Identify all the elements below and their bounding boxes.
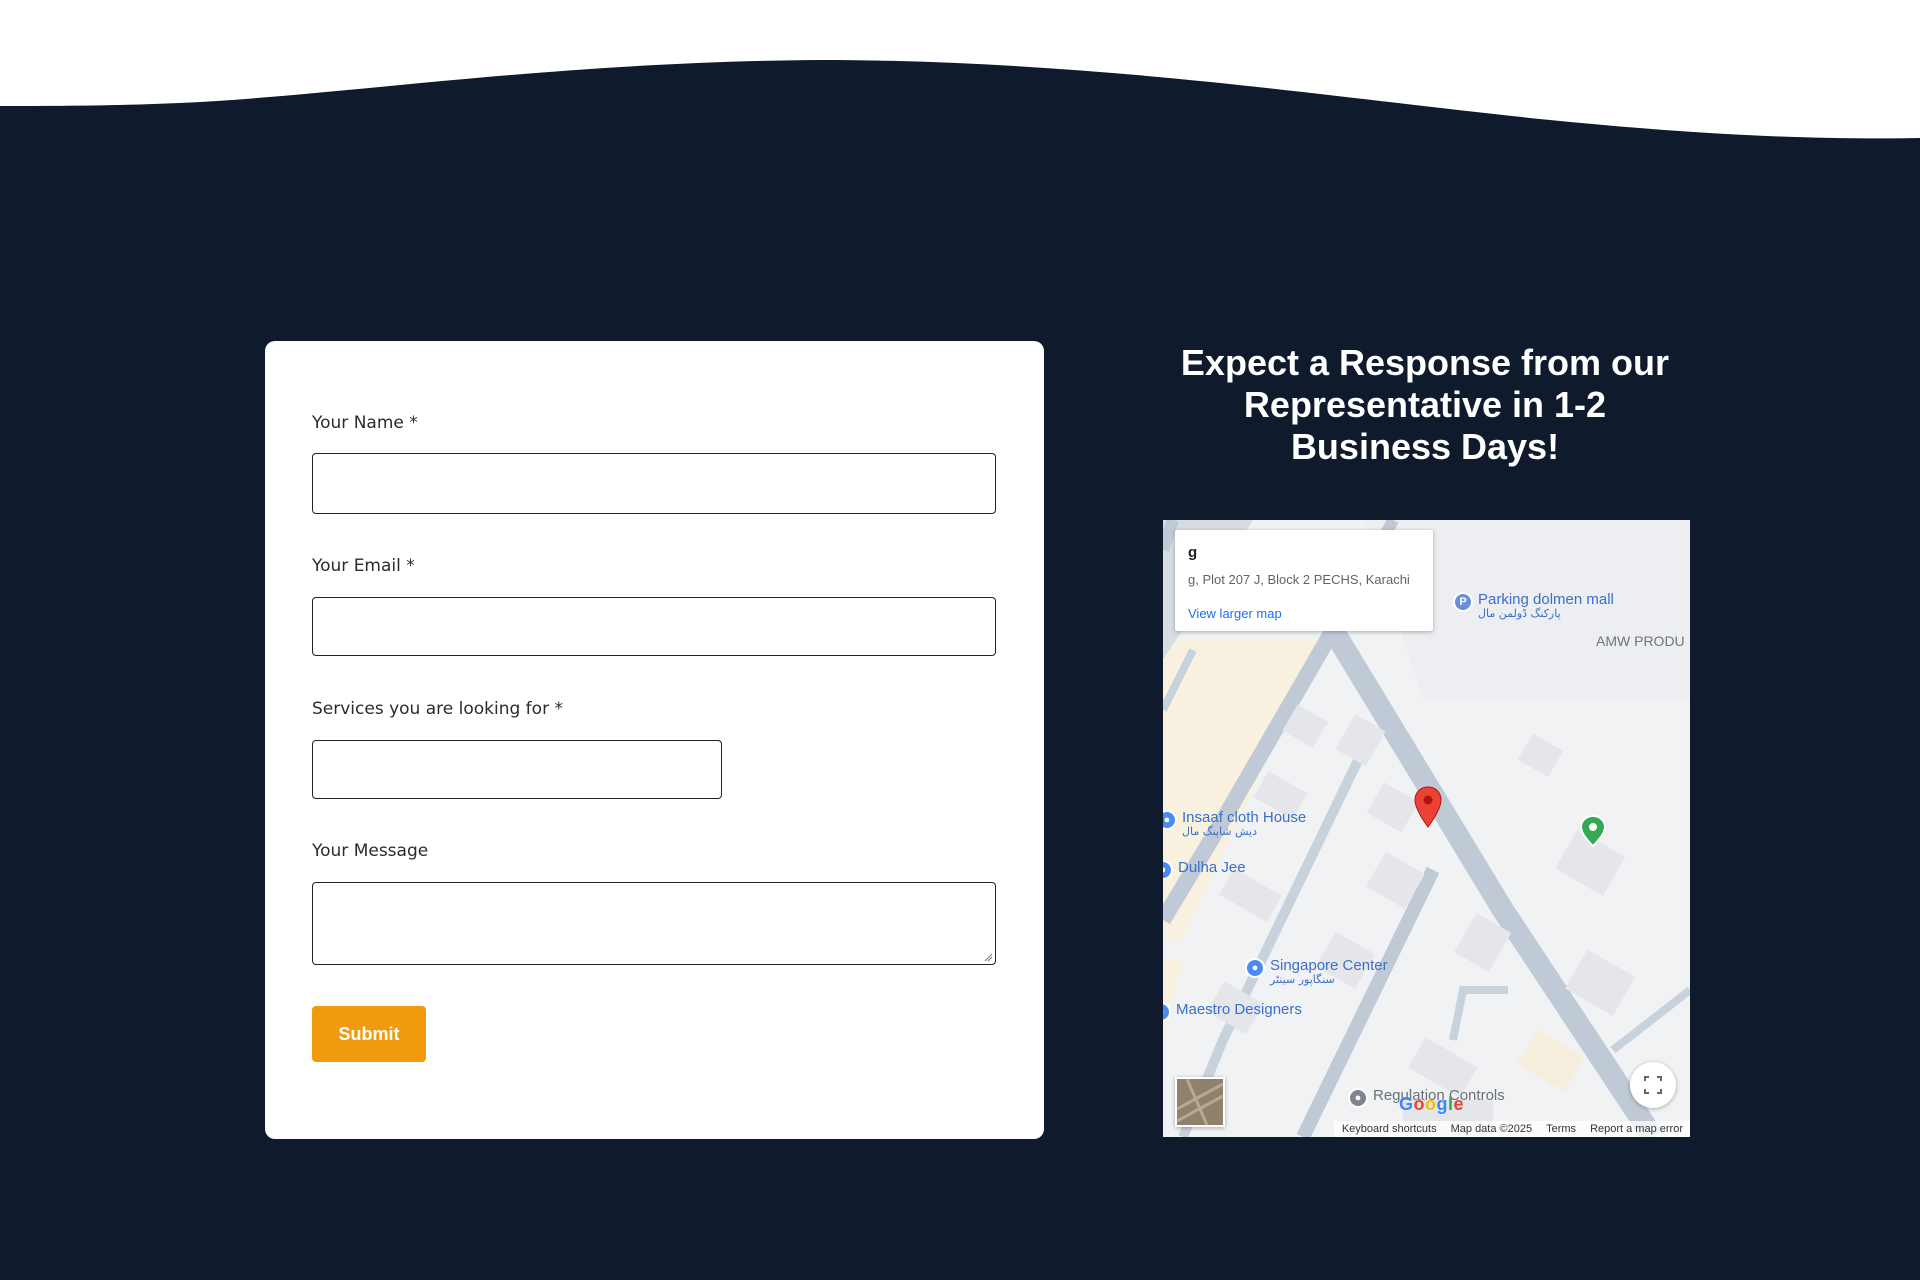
poi-insaaf-label: Insaaf cloth House bbox=[1182, 809, 1307, 826]
shopping-bag-icon: ● bbox=[1163, 1002, 1171, 1022]
poi-parking-dolmen-mall[interactable]: P Parking dolmen mall پارکنگ ڈولمن مال bbox=[1453, 592, 1614, 620]
google-logo: Google bbox=[1399, 1094, 1465, 1114]
satellite-toggle[interactable] bbox=[1175, 1077, 1225, 1127]
poi-singapore-sublabel: سنگاپور سینٹر bbox=[1270, 973, 1335, 986]
poi-dulha-label: Dulha Jee bbox=[1178, 859, 1246, 876]
info-title: g bbox=[1188, 544, 1198, 561]
satellite-thumb-icon bbox=[1177, 1079, 1223, 1125]
poi-singapore-label: Singapore Center bbox=[1270, 957, 1388, 974]
headline-line-1: Expect a Response from our bbox=[1180, 342, 1670, 383]
headline-line-3: Business Days! bbox=[1290, 426, 1560, 467]
poi-amw-label: AMW PRODU bbox=[1596, 633, 1685, 649]
poi-maestro-designers[interactable]: ● Maestro Designers bbox=[1163, 1002, 1302, 1022]
email-label: Your Email * bbox=[312, 556, 415, 576]
fullscreen-button[interactable] bbox=[1630, 1062, 1676, 1108]
submit-button[interactable]: Submit bbox=[312, 1006, 426, 1062]
message-label: Your Message bbox=[312, 841, 429, 861]
shopping-bag-icon: ● bbox=[1163, 860, 1173, 880]
response-headline: Expect a Response from our Representativ… bbox=[1160, 342, 1690, 468]
poi-insaaf-cloth-house[interactable]: ● Insaaf cloth House دیش شاپنگ مال bbox=[1163, 810, 1306, 838]
email-input[interactable] bbox=[312, 597, 996, 656]
terms-link[interactable]: Terms bbox=[1546, 1123, 1576, 1135]
report-map-error-link[interactable]: Report a map error bbox=[1590, 1123, 1683, 1135]
shopping-bag-icon: ● bbox=[1245, 958, 1265, 978]
poi-maestro-label: Maestro Designers bbox=[1176, 1001, 1302, 1018]
shopping-bag-icon: ● bbox=[1163, 810, 1177, 830]
name-label: Your Name * bbox=[312, 413, 418, 433]
headline-line-2: Representative in 1-2 bbox=[1243, 384, 1607, 425]
poi-singapore-center[interactable]: ● Singapore Center سنگاپور سینٹر bbox=[1245, 958, 1388, 986]
poi-insaaf-sublabel: دیش شاپنگ مال bbox=[1182, 825, 1258, 838]
resize-handle-icon[interactable] bbox=[983, 952, 993, 962]
top-wave-divider bbox=[0, 0, 1920, 139]
poi-parking-label: Parking dolmen mall bbox=[1478, 591, 1614, 608]
fullscreen-icon bbox=[1644, 1076, 1662, 1094]
info-address: g, Plot 207 J, Block 2 PECHS, Karachi bbox=[1188, 572, 1410, 587]
map-attribution: Keyboard shortcuts Map data ©2025 Terms … bbox=[1333, 1121, 1690, 1137]
view-larger-map-link[interactable]: View larger map bbox=[1188, 606, 1282, 621]
keyboard-shortcuts-link[interactable]: Keyboard shortcuts bbox=[1342, 1123, 1437, 1135]
parking-icon: P bbox=[1453, 592, 1473, 612]
map-data-text: Map data ©2025 bbox=[1450, 1123, 1533, 1135]
place-pin-icon: ● bbox=[1348, 1088, 1368, 1108]
services-label: Services you are looking for * bbox=[312, 699, 563, 719]
google-map-embed[interactable]: P Parking dolmen mall پارکنگ ڈولمن مال A… bbox=[1163, 520, 1690, 1137]
map-info-card: g g, Plot 207 J, Block 2 PECHS, Karachi … bbox=[1175, 530, 1433, 631]
green-place-icon[interactable] bbox=[1578, 814, 1608, 848]
location-pin-icon[interactable] bbox=[1413, 785, 1443, 829]
name-input[interactable] bbox=[312, 453, 996, 514]
poi-dulha-jee[interactable]: ● Dulha Jee bbox=[1163, 860, 1246, 880]
contact-form-card: Your Name * Your Email * Services you ar… bbox=[265, 341, 1044, 1139]
poi-parking-sublabel: پارکنگ ڈولمن مال bbox=[1478, 607, 1561, 620]
services-input[interactable] bbox=[312, 740, 722, 799]
message-textarea[interactable] bbox=[312, 882, 996, 965]
